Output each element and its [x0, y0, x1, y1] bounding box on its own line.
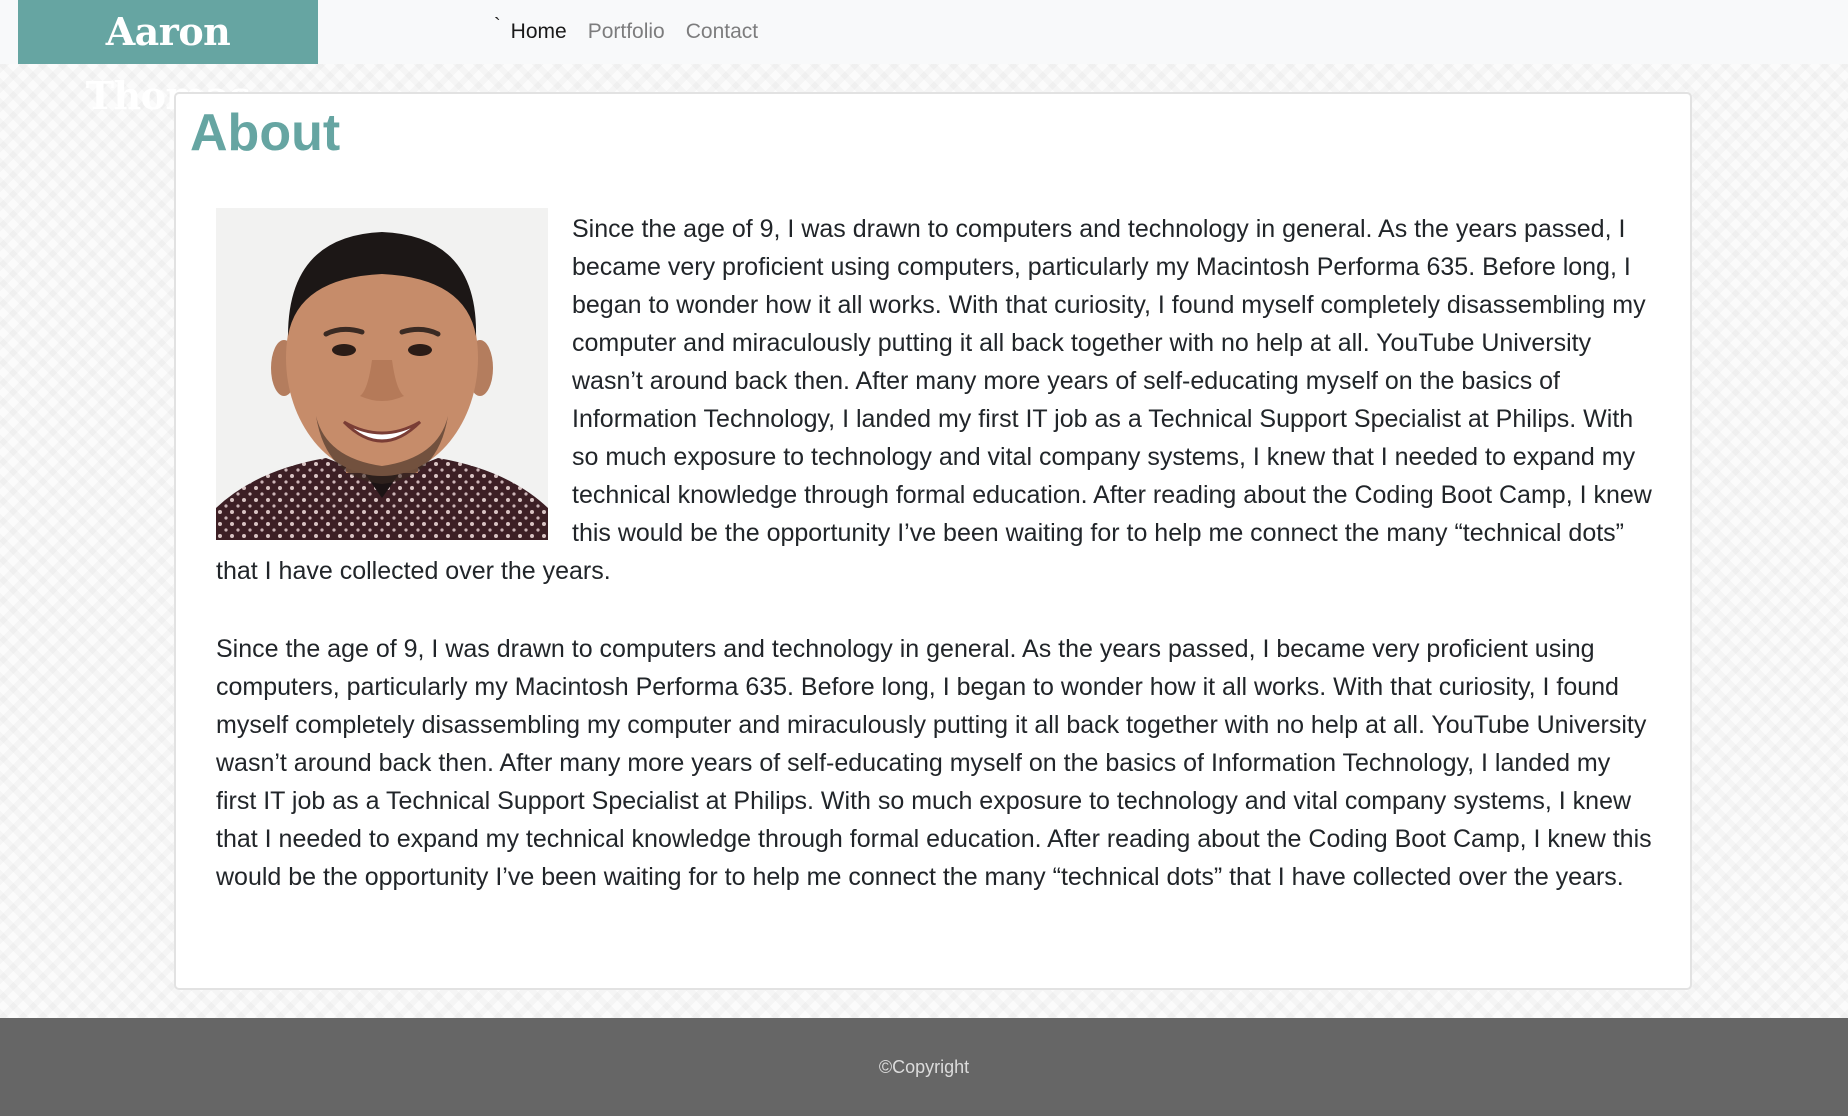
page-title: About	[190, 104, 341, 162]
nav-link-portfolio[interactable]: Portfolio	[588, 20, 665, 44]
about-body: Since the age of 9, I was drawn to compu…	[216, 208, 1656, 934]
about-paragraph-2: Since the age of 9, I was drawn to compu…	[216, 635, 1652, 891]
copyright-text: ©Copyright	[878, 1057, 970, 1077]
about-card: About Since the age of 9, I was drawn to…	[174, 92, 1692, 990]
brand-logo[interactable]: Aaron Thomas	[18, 0, 318, 118]
profile-photo	[216, 208, 548, 540]
nav-links: ` Home Portfolio Contact	[494, 0, 779, 64]
navbar: Aaron Thomas ` Home Portfolio Contact	[0, 0, 1848, 118]
nav-link-home[interactable]: Home	[511, 20, 567, 44]
nav-tick-mark: `	[494, 14, 501, 37]
nav-link-contact[interactable]: Contact	[686, 20, 758, 44]
footer: ©Copyright	[0, 1018, 1848, 1116]
